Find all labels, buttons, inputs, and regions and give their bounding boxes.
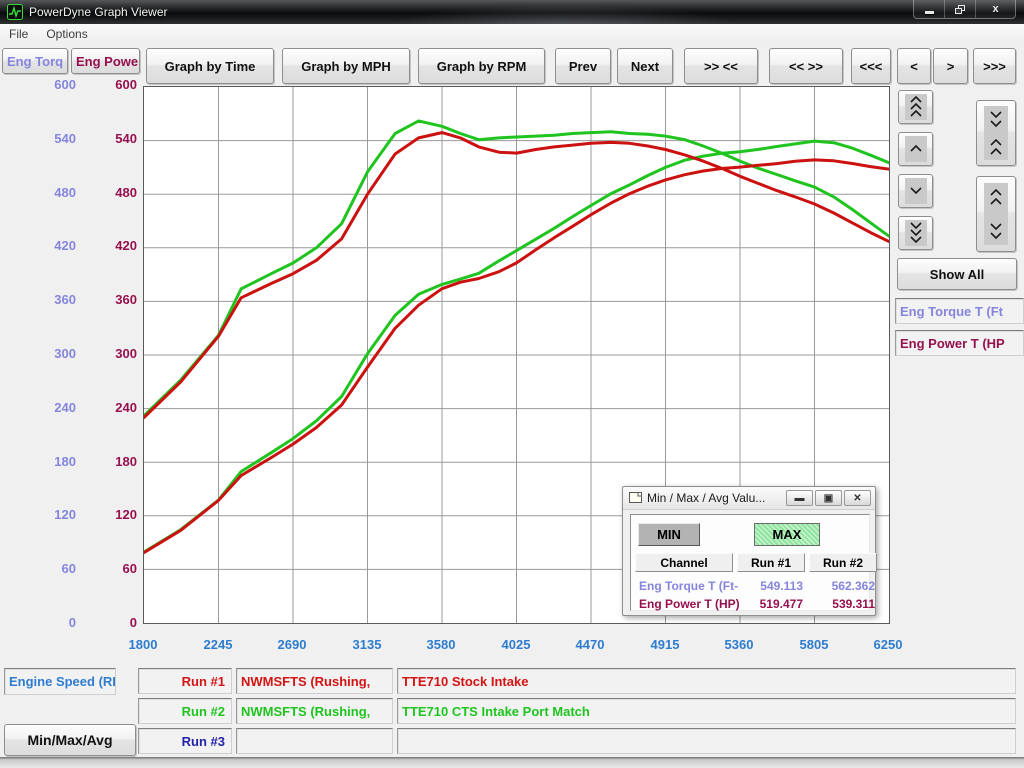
scroll-far-right-button[interactable]: >>>: [973, 48, 1016, 84]
y-tick-power-240: 240: [61, 400, 137, 415]
run3-label-box: Run #3: [138, 728, 232, 754]
graph-by-rpm-button[interactable]: Graph by RPM: [418, 48, 545, 84]
graph-by-mph-button[interactable]: Graph by MPH: [282, 48, 410, 84]
y-tick-power-360: 360: [61, 292, 137, 307]
triple-chevron-up-icon: [905, 94, 927, 120]
y-tick-power-60: 60: [61, 561, 137, 576]
y-tick-power-300: 300: [61, 346, 137, 361]
form-icon: [629, 492, 643, 504]
restore-button[interactable]: [945, 0, 976, 18]
minmax-minimize-button[interactable]: ▬: [786, 490, 813, 506]
y-scroll-top-button[interactable]: [898, 90, 933, 124]
chevrons-outward-icon: [984, 183, 1008, 245]
graph-by-time-button[interactable]: Graph by Time: [146, 48, 274, 84]
run1-file-box: NWMSFTS (Rushing,: [236, 668, 393, 694]
x-tick-4025: 4025: [481, 637, 551, 652]
menu-bar: File Options: [0, 24, 1024, 44]
x-tick-4915: 4915: [630, 637, 700, 652]
column-header-channel: Channel: [635, 553, 733, 572]
run3-desc-box: [397, 728, 1016, 754]
x-tick-2245: 2245: [183, 637, 253, 652]
column-header-run2: Run #2: [809, 553, 877, 572]
run1-label-box: Run #1: [138, 668, 232, 694]
chevron-up-icon: [905, 136, 927, 162]
scroll-right-button[interactable]: >: [933, 48, 968, 84]
y-tick-power-120: 120: [61, 507, 137, 522]
y-zoom-in-button[interactable]: [976, 100, 1016, 166]
restore-icon: [955, 5, 965, 14]
y-scroll-down-button[interactable]: [898, 174, 933, 208]
minmax-title: Min / Max / Avg Valu...: [647, 491, 765, 505]
prev-button[interactable]: Prev: [555, 48, 611, 84]
app-icon: [7, 4, 23, 20]
minmax-row-torque-run2: 562.362: [809, 579, 875, 593]
legend-torque-label: Eng Torque T (Ft: [895, 298, 1024, 324]
minmax-title-bar[interactable]: Min / Max / Avg Valu... ▬ ▣ ✕: [623, 487, 875, 510]
y-tick-power-420: 420: [61, 238, 137, 253]
run3-file-box: [236, 728, 393, 754]
run2-file-box: NWMSFTS (Rushing,: [236, 698, 393, 724]
minimize-icon: [925, 11, 934, 14]
minmax-values-window: Min / Max / Avg Valu... ▬ ▣ ✕ MIN MAX Ch…: [622, 486, 876, 616]
x-tick-5360: 5360: [704, 637, 774, 652]
minmax-row-torque-run1: 549.113: [737, 579, 803, 593]
zoom-in-x-button[interactable]: >> <<: [684, 48, 758, 84]
scroll-far-left-button[interactable]: <<<: [851, 48, 891, 84]
max-button[interactable]: MAX: [754, 523, 820, 546]
chevrons-inward-icon: [984, 106, 1008, 160]
x-tick-5805: 5805: [779, 637, 849, 652]
window-bottom-frame: [0, 757, 1024, 768]
next-button[interactable]: Next: [617, 48, 673, 84]
minmaxavg-button[interactable]: Min/Max/Avg: [4, 724, 136, 756]
y-scroll-bottom-button[interactable]: [898, 216, 933, 250]
x-tick-6250: 6250: [853, 637, 923, 652]
minmax-close-button[interactable]: ✕: [844, 490, 871, 506]
minmax-body: MIN MAX Channel Run #1 Run #2 Eng Torque…: [630, 514, 870, 611]
scroll-left-button[interactable]: <: [897, 48, 931, 84]
minmax-row-power-run1: 519.477: [737, 597, 803, 611]
y-zoom-out-button[interactable]: [976, 176, 1016, 252]
minimize-button[interactable]: [914, 0, 945, 18]
x-tick-3135: 3135: [332, 637, 402, 652]
run2-label-box: Run #2: [138, 698, 232, 724]
minmax-row-power-channel: Eng Power T (HP): [639, 597, 740, 611]
run2-desc-box: TTE710 CTS Intake Port Match: [397, 698, 1016, 724]
channel-torque-button[interactable]: Eng Torq: [2, 48, 68, 74]
y-tick-power-540: 540: [61, 131, 137, 146]
x-tick-2690: 2690: [257, 637, 327, 652]
y-tick-power-0: 0: [61, 615, 137, 630]
legend-power-label: Eng Power T (HP: [895, 330, 1024, 356]
powerdyne-window: PowerDyne Graph Viewer x File Options En…: [0, 0, 1024, 768]
y-tick-power-180: 180: [61, 454, 137, 469]
minmax-maximize-button[interactable]: ▣: [815, 490, 842, 506]
y-tick-power-600: 600: [61, 77, 137, 92]
window-title: PowerDyne Graph Viewer: [29, 5, 168, 19]
close-icon: x: [992, 3, 998, 15]
title-bar: PowerDyne Graph Viewer x: [0, 0, 1024, 24]
show-all-button[interactable]: Show All: [897, 258, 1017, 290]
triple-chevron-down-icon: [905, 220, 927, 246]
y-scroll-up-button[interactable]: [898, 132, 933, 166]
x-tick-1800: 1800: [108, 637, 178, 652]
column-header-run1: Run #1: [737, 553, 805, 572]
min-button[interactable]: MIN: [638, 523, 700, 546]
chevron-down-icon: [905, 178, 927, 204]
menu-options[interactable]: Options: [37, 25, 96, 43]
x-axis-channel-box: Engine Speed (RI: [4, 668, 116, 695]
close-button[interactable]: x: [976, 0, 1015, 18]
minmax-row-torque-channel: Eng Torque T (Ft-: [639, 579, 738, 593]
run1-desc-box: TTE710 Stock Intake: [397, 668, 1016, 694]
x-tick-3580: 3580: [406, 637, 476, 652]
menu-file[interactable]: File: [0, 25, 37, 43]
zoom-out-x-button[interactable]: << >>: [769, 48, 843, 84]
y-tick-power-480: 480: [61, 185, 137, 200]
x-tick-4470: 4470: [555, 637, 625, 652]
channel-power-button[interactable]: Eng Powe: [71, 48, 140, 74]
minmax-row-power-run2: 539.311: [809, 597, 875, 611]
